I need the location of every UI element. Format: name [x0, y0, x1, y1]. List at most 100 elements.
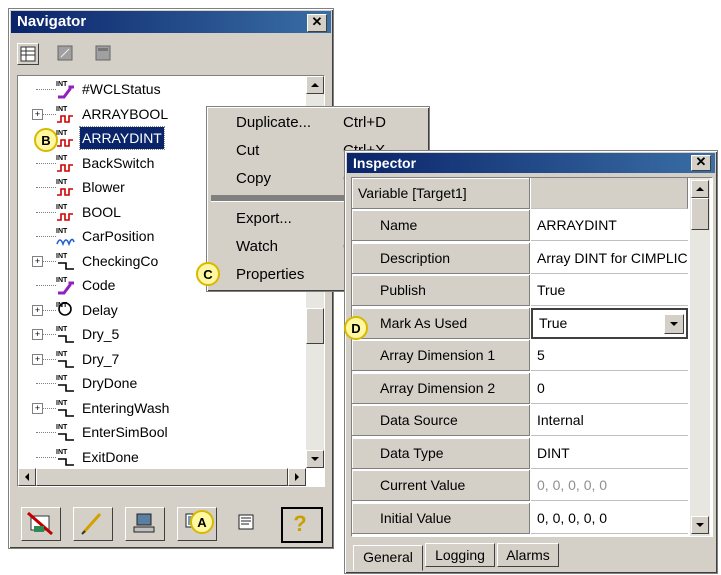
- pencil-icon: [81, 513, 102, 535]
- inspector-close-button[interactable]: ✕: [691, 155, 711, 171]
- property-value[interactable]: True: [531, 307, 688, 339]
- property-scroll-down[interactable]: [691, 516, 709, 534]
- tree-item-label: ExitDone: [82, 448, 139, 465]
- expand-icon[interactable]: +: [32, 402, 43, 414]
- int-tag: INT: [56, 155, 68, 162]
- list-view-icon: [57, 45, 73, 61]
- property-row[interactable]: Current Value 0, 0, 0, 0, 0: [352, 470, 688, 502]
- property-row[interactable]: Mark As Used True: [352, 307, 688, 340]
- property-name: Current Value: [352, 470, 530, 501]
- expand-icon[interactable]: +: [32, 255, 43, 267]
- int-tag: INT: [56, 106, 68, 113]
- pencil-button[interactable]: [73, 507, 113, 541]
- tree-item[interactable]: + INT Dry_5: [18, 323, 306, 345]
- property-value[interactable]: Internal: [531, 405, 688, 436]
- arrow-up-icon: [696, 187, 704, 191]
- property-row[interactable]: DescriptionArray DINT for CIMPLICITY: [352, 242, 688, 275]
- tree-connector: [36, 89, 56, 90]
- property-row[interactable]: Data Source Internal: [352, 405, 688, 437]
- scroll-down-button[interactable]: [306, 450, 324, 468]
- close-icon: ✕: [311, 14, 323, 29]
- grid-view-button[interactable]: [17, 43, 39, 65]
- tree-item[interactable]: + INT EnteringWash: [18, 397, 306, 419]
- window-icon: [95, 45, 111, 61]
- int-tag: INT: [56, 400, 68, 407]
- struct-var-icon: INT: [56, 375, 74, 392]
- tab-logging[interactable]: Logging: [425, 543, 495, 567]
- tree-connector: [36, 211, 56, 213]
- arrow-left-icon: [25, 473, 29, 481]
- struct-var-icon: INT: [56, 449, 74, 466]
- int-tag: INT: [56, 449, 68, 456]
- tab-alarms[interactable]: Alarms: [497, 543, 559, 567]
- int-tag: INT: [56, 375, 68, 382]
- tree-item[interactable]: INT #WCLStatus: [18, 78, 306, 100]
- property-name: Publish: [352, 275, 530, 306]
- property-row[interactable]: Array Dimension 15: [352, 340, 688, 372]
- close-icon: ✕: [695, 154, 707, 169]
- window-button[interactable]: [93, 43, 115, 65]
- tree-item[interactable]: + INT Dry_7: [18, 348, 306, 370]
- tab-general[interactable]: General: [353, 545, 423, 571]
- property-name: Data Source: [352, 405, 530, 436]
- analog-var-icon: INT: [56, 228, 75, 246]
- navigator-titlebar[interactable]: Navigator ✕: [11, 11, 331, 33]
- property-scrollbar[interactable]: [690, 178, 710, 536]
- navigator-close-button[interactable]: ✕: [307, 14, 327, 32]
- tree-connector: [36, 285, 56, 286]
- scroll-thumb[interactable]: [306, 308, 324, 344]
- property-row[interactable]: Data Type DINT: [352, 437, 688, 470]
- int-tag: INT: [56, 253, 68, 260]
- int-tag: INT: [56, 130, 68, 137]
- menu-item[interactable]: Duplicate... Ctrl+D: [209, 109, 427, 137]
- expand-icon[interactable]: +: [32, 329, 43, 340]
- property-row[interactable]: Publish True: [352, 275, 688, 307]
- menu-item-label: Duplicate...: [236, 114, 312, 131]
- scroll-up-button[interactable]: [306, 76, 324, 94]
- inspector-window: Inspector ✕ Variable [Target1] Name ARRAY…: [344, 150, 718, 574]
- help-icon: ?: [293, 511, 307, 536]
- property-value[interactable]: 5: [531, 340, 688, 371]
- tree-horizontal-scrollbar[interactable]: [18, 468, 306, 486]
- help-button[interactable]: ?: [281, 507, 323, 543]
- tree-item[interactable]: INT EnterSimBool: [18, 421, 306, 443]
- property-row[interactable]: Array Dimension 20: [352, 372, 688, 405]
- computer-button[interactable]: [125, 507, 165, 541]
- dropdown-button[interactable]: [664, 313, 684, 334]
- tree-item[interactable]: + INT Delay: [18, 299, 306, 321]
- scroll-icon: [238, 514, 254, 530]
- property-header-value: [531, 178, 688, 209]
- property-name: Initial Value: [352, 502, 530, 534]
- scroll-right-button[interactable]: [288, 468, 306, 486]
- property-row[interactable]: Initial Value 0, 0, 0, 0, 0: [352, 502, 688, 535]
- property-scroll-thumb[interactable]: [691, 198, 709, 230]
- property-value[interactable]: ARRAYDINT: [531, 210, 688, 241]
- expand-icon[interactable]: +: [32, 108, 43, 120]
- inspector-titlebar[interactable]: Inspector ✕: [347, 153, 715, 173]
- menu-item-label: Cut: [236, 142, 260, 159]
- property-name: Mark As Used: [352, 307, 530, 339]
- property-value[interactable]: True: [531, 275, 688, 306]
- scroll-left-button[interactable]: [18, 468, 36, 486]
- no-edit-button[interactable]: [21, 507, 61, 541]
- property-row[interactable]: Name ARRAYDINT: [352, 210, 688, 242]
- property-scroll-up[interactable]: [691, 180, 709, 198]
- navigator-bottom-toolbar: ?: [13, 503, 329, 543]
- arrow-up-icon: [311, 83, 319, 87]
- tree-item[interactable]: INT ExitDone: [18, 446, 306, 468]
- hscroll-thumb[interactable]: [36, 468, 288, 486]
- property-value[interactable]: Array DINT for CIMPLICITY: [531, 242, 688, 274]
- property-value[interactable]: DINT: [531, 437, 688, 469]
- expand-icon[interactable]: +: [32, 353, 43, 365]
- tree-item-label: EnterSimBool: [82, 424, 168, 440]
- list-view-button[interactable]: [55, 43, 77, 65]
- property-name: Data Type: [352, 437, 530, 469]
- property-value[interactable]: 0: [531, 372, 688, 404]
- property-value[interactable]: 0, 0, 0, 0, 0: [531, 470, 688, 501]
- menu-item-shortcut: Ctrl+D: [343, 114, 386, 131]
- tree-item-label: ARRAYBOOL: [82, 105, 169, 122]
- tree-item[interactable]: INT DryDone: [18, 372, 306, 394]
- expand-icon[interactable]: +: [32, 304, 43, 316]
- scroll-button[interactable]: [229, 507, 267, 539]
- property-value[interactable]: 0, 0, 0, 0, 0: [531, 502, 688, 534]
